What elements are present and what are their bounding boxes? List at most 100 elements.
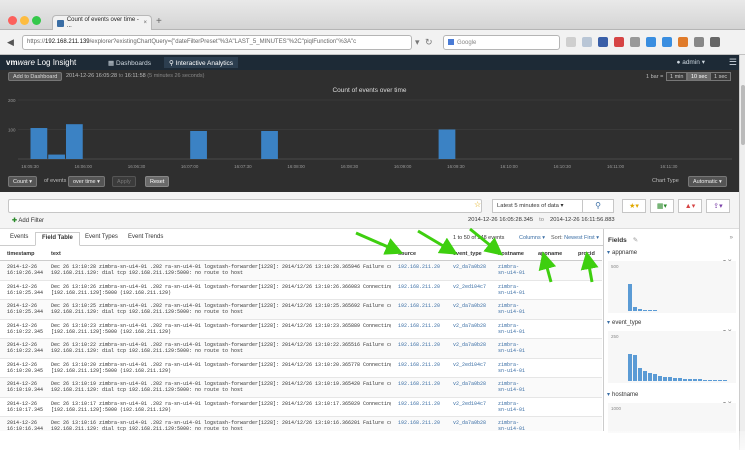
cell-event-type[interactable]: v2_da7a0b28 <box>453 323 486 329</box>
page-scrollbar[interactable] <box>739 55 745 450</box>
tab-event-types[interactable]: Event Types <box>85 234 118 240</box>
chart-bar[interactable] <box>48 154 65 159</box>
extensions-icon[interactable] <box>694 37 704 47</box>
col-timestamp[interactable]: timestamp <box>7 251 35 257</box>
chart-type-dropdown[interactable]: Automatic ▾ <box>688 176 727 187</box>
add-to-dashboard-button[interactable]: Add to Dashboard <box>8 72 63 81</box>
cell-hostname[interactable]: zimbra- sn-u14-01 <box>498 284 534 297</box>
cell-source[interactable]: 192.168.211.20 <box>398 381 440 387</box>
reload-icon[interactable]: ↻ <box>425 37 433 48</box>
field-histogram-bar[interactable] <box>638 367 642 381</box>
over-time-dropdown[interactable]: over time ▾ <box>68 176 105 187</box>
table-row[interactable]: 2014-12-26 16:10:20.345 Dec 26 13:10:20 z… <box>0 359 602 378</box>
field-histogram-bar[interactable] <box>628 353 632 381</box>
field-histogram-bar[interactable] <box>633 306 637 311</box>
minimize-window-button[interactable] <box>20 16 29 25</box>
nav-dashboards[interactable]: ▦ Dashboards <box>103 57 156 68</box>
field-histogram-bar[interactable] <box>673 377 677 381</box>
firebug-icon[interactable] <box>678 37 688 47</box>
dropdown-icon[interactable]: ▾ <box>415 37 420 48</box>
vmware-logo[interactable]: vmware Log Insight <box>6 58 76 67</box>
field-histogram-bar[interactable] <box>633 354 637 381</box>
columns-dropdown[interactable]: Columns ▾ <box>519 235 545 241</box>
favorites-icon[interactable]: ★▾ <box>622 199 646 213</box>
col-text[interactable]: text <box>51 251 61 257</box>
edit-fields-icon[interactable]: ✎ <box>633 237 638 244</box>
favorite-star-icon[interactable]: ☆ <box>474 200 481 209</box>
cell-hostname[interactable]: zimbra- sn-u14-01 <box>498 303 534 316</box>
reading-list-icon[interactable] <box>582 37 592 47</box>
user-menu[interactable]: ● admin ▾ <box>676 58 705 66</box>
hamburger-icon[interactable] <box>710 37 720 47</box>
apply-button[interactable]: Apply <box>112 176 136 187</box>
maximize-window-button[interactable] <box>32 16 41 25</box>
alert-icon[interactable]: ▲▾ <box>678 199 702 213</box>
expand-icon[interactable]: ▾ <box>607 320 610 326</box>
addon-icon[interactable] <box>614 37 624 47</box>
field-name[interactable]: ▾ hostname <box>607 391 638 398</box>
col-appname[interactable]: appname <box>538 251 562 257</box>
cell-source[interactable]: 192.168.211.20 <box>398 420 440 426</box>
field-histogram-bar[interactable] <box>658 375 662 381</box>
field-histogram-bar[interactable] <box>663 376 667 381</box>
table-row[interactable]: 2014-12-26 16:10:22.344 Dec 26 13:10:22 z… <box>0 339 602 359</box>
table-row[interactable]: 2014-12-26 16:10:25.344 Dec 26 13:10:25 z… <box>0 300 602 320</box>
field-histogram-bar[interactable] <box>653 310 657 311</box>
new-tab-button[interactable]: + <box>156 16 162 27</box>
star-icon[interactable] <box>566 37 576 47</box>
back-arrow-icon[interactable]: ◀ <box>7 37 14 48</box>
col-source[interactable]: source <box>398 251 416 257</box>
cell-source[interactable]: 192.168.211.20 <box>398 401 440 407</box>
field-histogram-bar[interactable] <box>708 379 712 381</box>
table-row[interactable]: 2014-12-26 16:10:16.344 Dec 26 13:10:16 z… <box>0 417 602 431</box>
col-procid[interactable]: procid <box>578 251 595 257</box>
browser-tab[interactable]: Count of events over time - ... × <box>52 15 152 30</box>
table-row[interactable]: 2014-12-26 16:10:25.344 Dec 26 13:10:26 z… <box>0 281 602 300</box>
field-histogram-bar[interactable] <box>648 373 652 381</box>
field-histogram-bar[interactable] <box>688 378 692 381</box>
time-range-dropdown[interactable]: Latest 5 minutes of data ▾ <box>492 199 586 213</box>
col-hostname[interactable]: hostname <box>498 251 524 257</box>
cell-event-type[interactable]: v2_2ed104c7 <box>453 401 486 407</box>
cell-event-type[interactable]: v2_da7a0b28 <box>453 381 486 387</box>
chart-bar[interactable] <box>190 130 207 159</box>
cell-source[interactable]: 192.168.211.20 <box>398 342 440 348</box>
cell-hostname[interactable]: zimbra- sn-u14-01 <box>498 323 534 336</box>
cell-source[interactable]: 192.168.211.20 <box>398 284 440 290</box>
sort-control[interactable]: Sort: Newest First ▾ <box>551 235 599 241</box>
scrollbar-thumb[interactable] <box>741 85 745 145</box>
tab-field-table[interactable]: Field Table <box>35 232 80 246</box>
field-histogram-bar[interactable] <box>718 380 722 381</box>
bar-size-1min[interactable]: 1 min <box>666 72 688 81</box>
collapse-fields-icon[interactable]: » <box>730 235 733 241</box>
cell-event-type[interactable]: v2_da7a0b28 <box>453 420 486 426</box>
nav-interactive-analytics[interactable]: ⚲ Interactive Analytics <box>164 57 239 68</box>
download-icon[interactable] <box>646 37 656 47</box>
table-row[interactable]: 2014-12-26 16:10:22.345 Dec 26 13:10:23 z… <box>0 320 602 339</box>
cell-event-type[interactable]: v2_2ed104c7 <box>453 284 486 290</box>
table-row[interactable]: 2014-12-26 16:10:17.345 Dec 26 13:10:17 z… <box>0 398 602 417</box>
cell-hostname[interactable]: zimbra- sn-u14-01 <box>498 381 534 394</box>
count-dropdown[interactable]: Count ▾ <box>8 176 37 187</box>
add-filter-button[interactable]: ✚ Add Filter <box>12 217 44 224</box>
field-histogram-bar[interactable] <box>723 380 727 381</box>
export-icon[interactable]: ⇪▾ <box>706 199 730 213</box>
field-histogram-bar[interactable] <box>678 378 682 381</box>
search-button[interactable]: ⚲ <box>582 199 614 213</box>
field-histogram-bar[interactable] <box>703 379 707 381</box>
chart-bar[interactable] <box>30 128 48 159</box>
cell-source[interactable]: 192.168.211.20 <box>398 264 440 270</box>
field-histogram-bar[interactable] <box>683 378 687 381</box>
cell-hostname[interactable]: zimbra- sn-u14-01 <box>498 264 534 277</box>
field-histogram-bar[interactable] <box>698 379 702 381</box>
field-histogram-bar[interactable] <box>643 309 647 311</box>
menu-icon[interactable] <box>630 37 640 47</box>
field-name[interactable]: ▾ appname <box>607 249 637 256</box>
cell-source[interactable]: 192.168.211.20 <box>398 323 440 329</box>
expand-icon[interactable]: ▾ <box>607 250 610 256</box>
app-menu-icon[interactable]: ☰ <box>729 57 737 68</box>
cell-hostname[interactable]: zimbra- sn-u14-01 <box>498 362 534 375</box>
field-histogram-bar[interactable] <box>668 377 672 381</box>
cell-event-type[interactable]: v2_da7a0b28 <box>453 303 486 309</box>
reset-button[interactable]: Reset <box>145 176 170 187</box>
